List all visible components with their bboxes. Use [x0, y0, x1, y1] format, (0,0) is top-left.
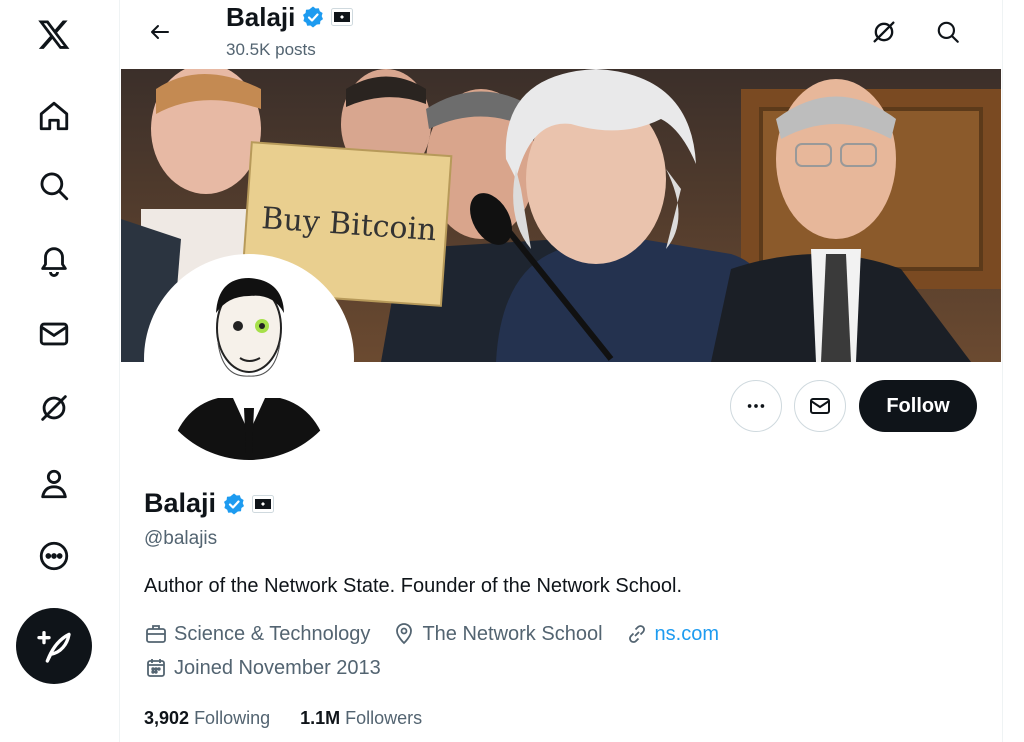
notifications-bell-icon[interactable] [26, 232, 82, 288]
header-title: Balaji [226, 0, 354, 34]
profile-handle: @balajis [144, 528, 218, 549]
header-name: Balaji [226, 2, 296, 32]
left-nav [0, 0, 110, 742]
ellipsis-icon [747, 404, 765, 408]
profile-name: Balaji [144, 488, 217, 518]
followers-count: 1.1M [300, 708, 341, 728]
profile-location-text: The Network School [422, 622, 603, 645]
more-options-icon[interactable] [26, 528, 82, 584]
home-icon[interactable] [26, 88, 82, 144]
location-pin-icon [396, 623, 413, 645]
profile-bio: Author of the Network State. Founder of … [144, 575, 683, 597]
compose-post-button[interactable] [16, 608, 92, 684]
back-arrow-button[interactable] [142, 14, 178, 50]
envelope-icon [810, 398, 830, 414]
arrow-left-icon [151, 25, 169, 39]
followers-stat[interactable]: 1.1M Followers [300, 708, 422, 729]
x-logo-icon[interactable] [26, 6, 82, 62]
affiliate-flag-icon[interactable] [252, 494, 275, 513]
joined-item: Joined November 2013 [144, 656, 381, 680]
verified-badge-icon [303, 6, 324, 28]
briefcase-icon [146, 625, 166, 643]
header-post-count: 30.5K posts [226, 40, 316, 59]
messages-envelope-icon[interactable] [26, 306, 82, 362]
verified-badge-icon [224, 493, 245, 514]
profile-joined: Joined November 2013 [144, 656, 403, 680]
link-icon [628, 625, 645, 643]
profile-person-icon[interactable] [26, 456, 82, 512]
calendar-icon [147, 659, 165, 677]
search-icon [937, 21, 959, 43]
feather-plus-icon [37, 631, 71, 663]
profile-location: The Network School [392, 622, 603, 646]
following-count: 3,902 [144, 708, 190, 728]
profile-category: Science & Technology [144, 622, 370, 646]
more-options-button[interactable] [730, 380, 782, 432]
following-stat[interactable]: 3,902 Following [144, 708, 270, 729]
affiliate-flag-icon [331, 8, 354, 26]
grok-top-button[interactable] [866, 14, 902, 50]
grok-icon [873, 21, 895, 43]
followers-label: Followers [345, 708, 423, 728]
profile-website-link[interactable]: ns.com [655, 623, 719, 646]
follow-button[interactable]: Follow [859, 380, 977, 432]
search-top-button[interactable] [930, 14, 966, 50]
profile-joined-text: Joined November 2013 [174, 656, 381, 679]
profile-stats: 3,902 Following 1.1M Followers [144, 708, 422, 729]
profile-header-bar: Balaji 30.5K posts [120, 0, 1002, 69]
profile-column: Balaji 30.5K posts Buy Bitcoin Follow Ba… [119, 0, 1003, 742]
profile-name-row: Balaji [144, 488, 275, 519]
following-label: Following [194, 708, 271, 728]
profile-category-text: Science & Technology [174, 622, 371, 645]
message-button[interactable] [794, 380, 846, 432]
profile-website[interactable]: ns.com [625, 622, 719, 646]
profile-avatar[interactable] [144, 254, 354, 464]
grok-icon[interactable] [26, 380, 82, 436]
profile-meta-row: Science & Technology The Network School … [144, 622, 741, 646]
explore-search-icon[interactable] [26, 158, 82, 214]
